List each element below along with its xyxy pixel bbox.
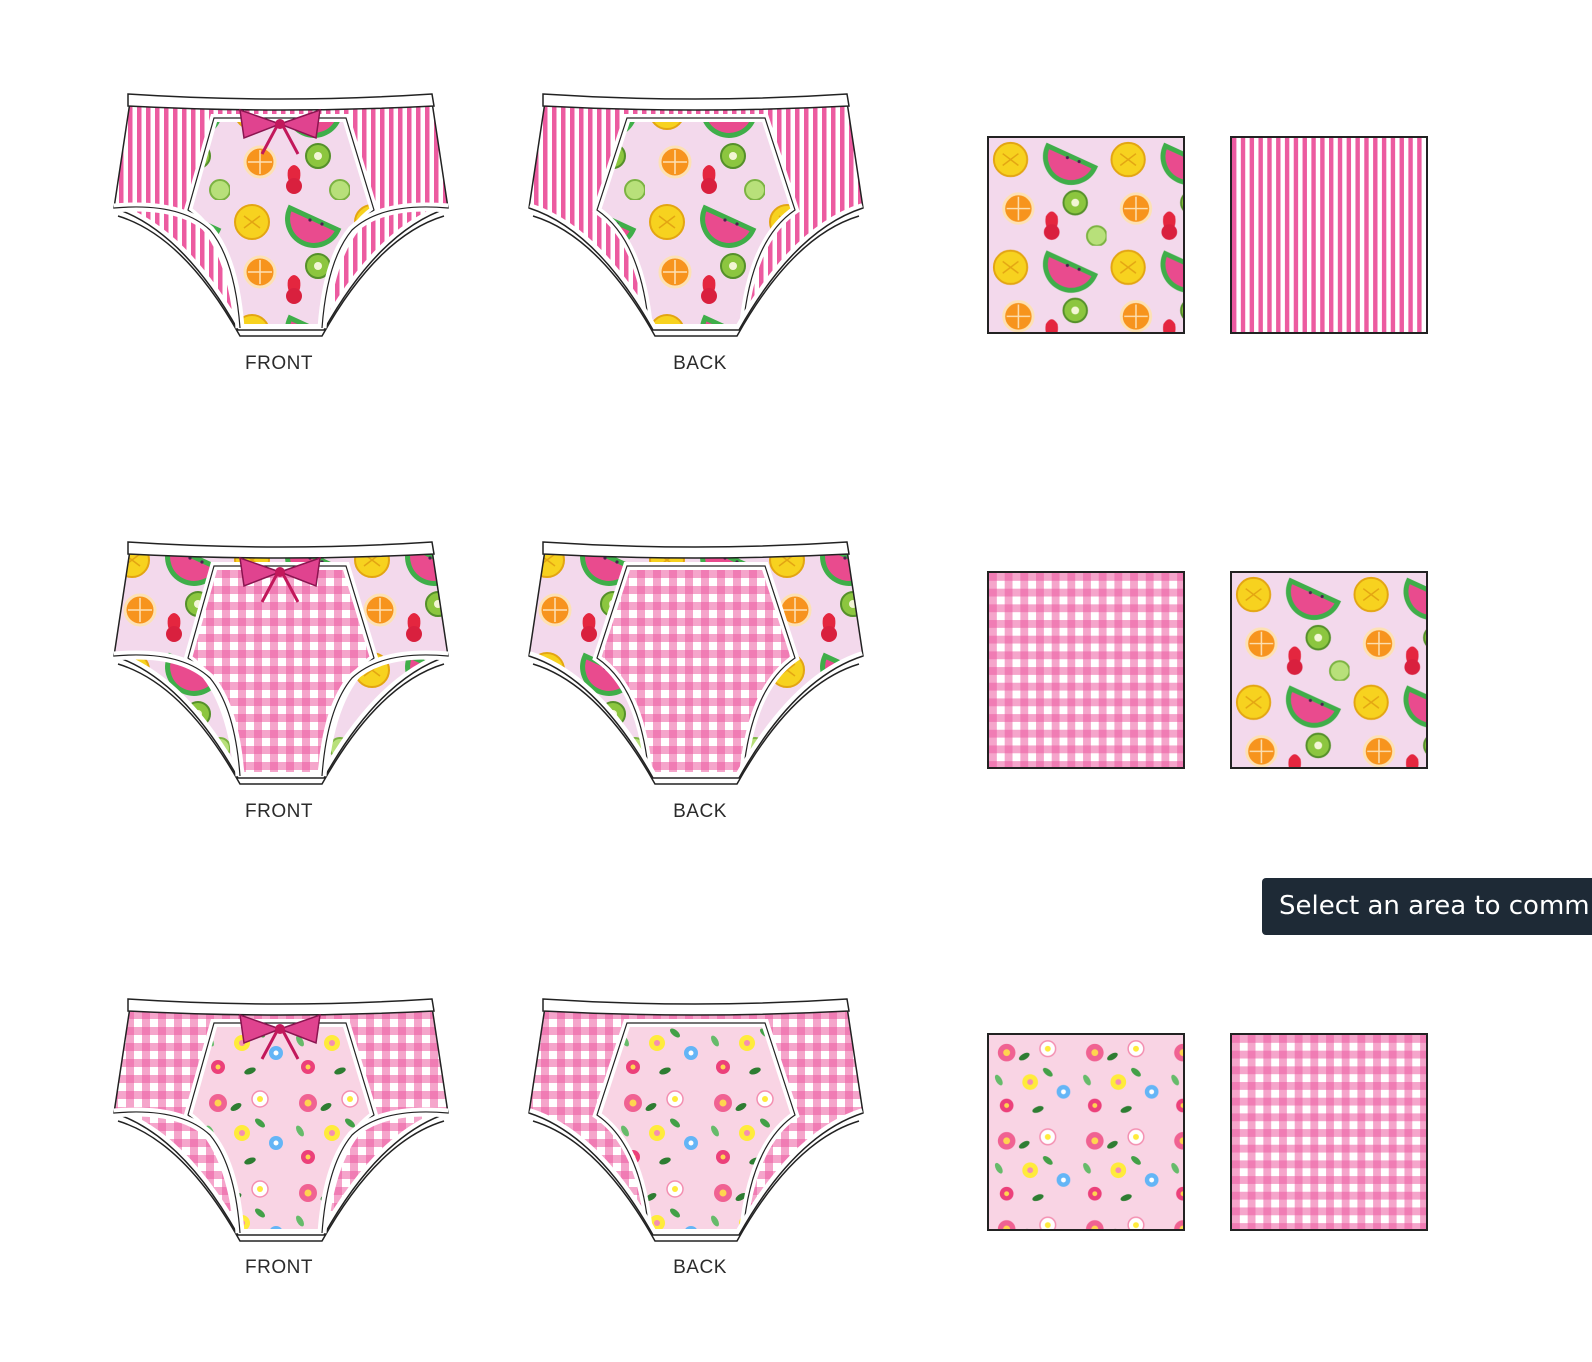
front-label: FRONT xyxy=(245,1257,313,1278)
fabric-swatch-gingham[interactable] xyxy=(987,571,1185,769)
front-label: FRONT xyxy=(245,801,313,822)
comment-tooltip: Select an area to comm xyxy=(1262,878,1592,935)
back-label: BACK xyxy=(673,353,727,374)
garment-back-row2[interactable] xyxy=(525,538,865,788)
fabric-swatch-fruit[interactable] xyxy=(1230,571,1428,769)
garment-front-row2[interactable] xyxy=(110,538,450,788)
garment-front-row3[interactable] xyxy=(110,995,450,1245)
garment-front-row1[interactable] xyxy=(110,90,450,340)
fabric-swatch-stripes[interactable] xyxy=(1230,136,1428,334)
back-label: BACK xyxy=(673,801,727,822)
back-label: BACK xyxy=(673,1257,727,1278)
fabric-swatch-floral[interactable] xyxy=(987,1033,1185,1231)
fabric-swatch-fruit[interactable] xyxy=(987,136,1185,334)
design-board[interactable]: FRONT BACK FRONT BACK FRONT BACK Select … xyxy=(0,0,1592,1362)
garment-back-row3[interactable] xyxy=(525,995,865,1245)
garment-back-row1[interactable] xyxy=(525,90,865,340)
front-label: FRONT xyxy=(245,353,313,374)
fabric-swatch-gingham[interactable] xyxy=(1230,1033,1428,1231)
